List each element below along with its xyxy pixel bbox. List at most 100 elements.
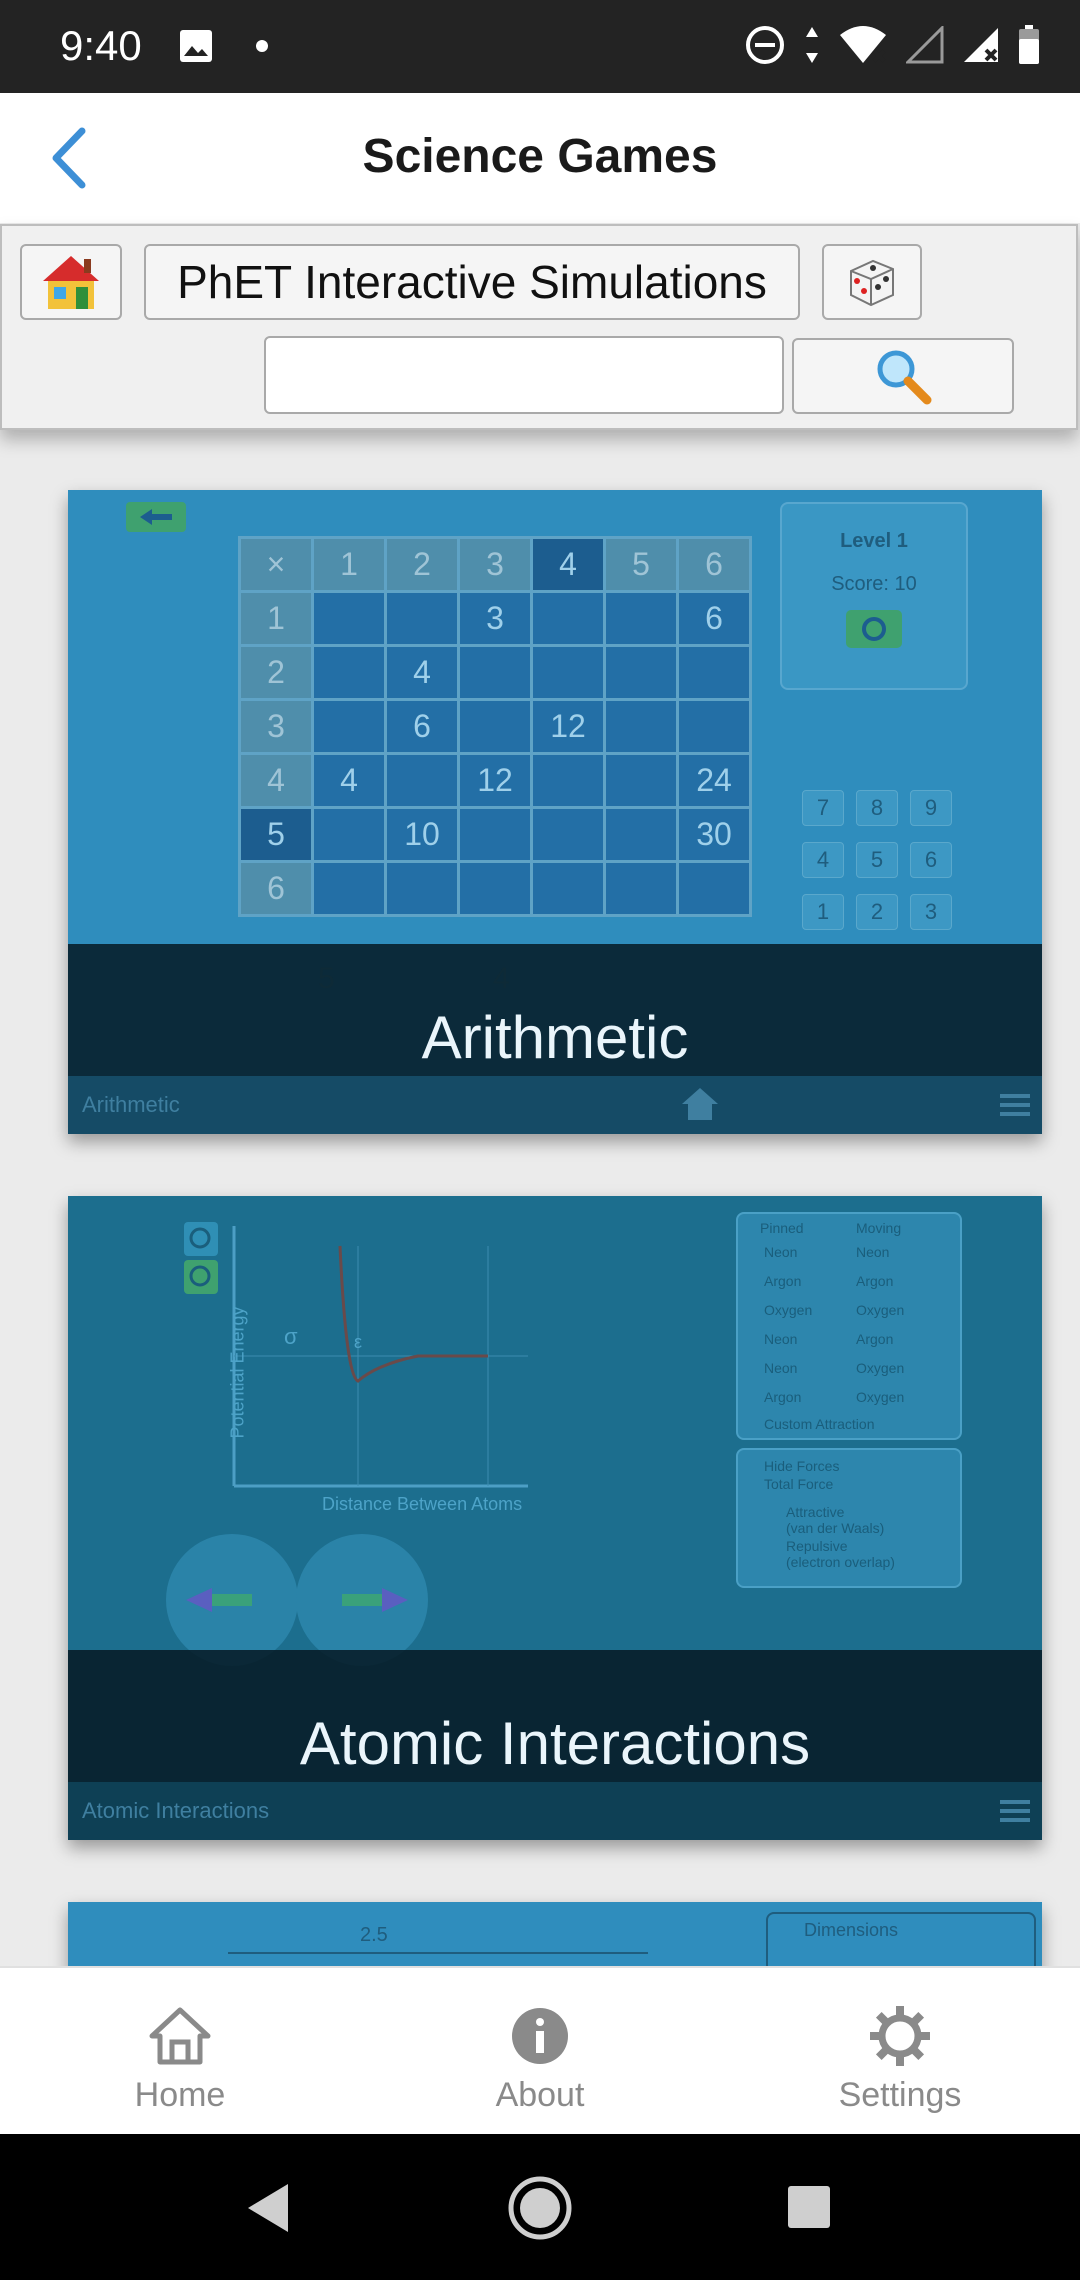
force-option: Attractive	[786, 1504, 845, 1520]
key: 6	[910, 842, 952, 878]
nav-about[interactable]: About	[420, 1968, 660, 2136]
zoom-out-icon	[184, 1260, 218, 1294]
grid-cell	[457, 698, 533, 755]
grid-cell	[676, 644, 752, 701]
pair-pinned: Neon	[764, 1244, 798, 1260]
grid-cell	[457, 644, 533, 701]
grid-cell: 6	[676, 590, 752, 647]
grid-cell	[603, 752, 679, 809]
grid-cell: 24	[676, 752, 752, 809]
epsilon-label: ε	[354, 1332, 363, 1352]
grid-row-header: 6	[238, 860, 314, 917]
status-icons	[744, 24, 1040, 66]
search-button[interactable]	[792, 338, 1014, 414]
equation-right: 4	[493, 962, 510, 995]
grid-cell	[457, 860, 533, 917]
data-arrows-icon	[806, 27, 818, 63]
pair-pinned: Oxygen	[764, 1302, 813, 1318]
page-title: Science Games	[362, 130, 718, 183]
sigma-label: σ	[284, 1324, 298, 1349]
home-outline-icon	[149, 2007, 211, 2065]
house-icon	[43, 256, 99, 309]
magnifier-icon	[877, 350, 932, 405]
dot-icon	[256, 40, 268, 52]
grid-cell	[311, 644, 387, 701]
grid-cell: 3	[457, 590, 533, 647]
grid-header-cell: 6	[676, 536, 752, 593]
pair-moving: Argon	[856, 1273, 894, 1289]
key: 7	[802, 790, 844, 826]
level-panel: Level 1 Score: 10	[780, 502, 968, 690]
key: 2	[856, 894, 898, 930]
nav-home[interactable]: Home	[60, 1968, 300, 2136]
forces-panel: Hide Forces Total Force Attractive (van …	[736, 1448, 962, 1588]
nav-home-label: Home	[134, 2076, 226, 2114]
game-card-atomic-interactions[interactable]: σ ε Potential Energy Distance Between At…	[68, 1196, 1042, 1840]
grid-cell: 30	[676, 806, 752, 863]
pairs-header-moving: Moving	[856, 1220, 902, 1236]
custom-attraction: Custom Attraction	[764, 1416, 875, 1432]
force-option: (electron overlap)	[786, 1554, 895, 1570]
recents-square-icon[interactable]	[786, 2184, 832, 2230]
grid-cell	[530, 644, 606, 701]
grid-cell	[384, 752, 460, 809]
score-text: Score: 10	[831, 573, 917, 595]
nav-settings[interactable]: Settings	[780, 1968, 1020, 2136]
grid-cell	[530, 752, 606, 809]
battery-icon	[1019, 25, 1039, 64]
x-axis-label: Distance Between Atoms	[322, 1494, 523, 1514]
search-input[interactable]	[264, 336, 784, 414]
key: 5	[856, 842, 898, 878]
sim-home-icon	[682, 1088, 718, 1120]
grid-cell	[603, 698, 679, 755]
dice-icon	[850, 259, 894, 307]
potential-energy-plot	[232, 1226, 528, 1488]
grid-cell: 6	[384, 698, 460, 755]
pair-pinned: Neon	[764, 1331, 798, 1347]
grid-cell	[384, 590, 460, 647]
game-card-arithmetic[interactable]: × 1 2 3 4 5 6 1 3 6 2 4 3 6 12 4 4 12 24…	[68, 490, 1042, 1134]
refresh-icon	[846, 610, 902, 648]
grid-cell	[530, 590, 606, 647]
key: 8	[856, 790, 898, 826]
key: 3	[910, 894, 952, 930]
pairs-header-pinned: Pinned	[760, 1220, 804, 1236]
nav-about-label: About	[495, 2076, 585, 2114]
dimensions-panel: Dimensions	[766, 1912, 1036, 1966]
back-triangle-icon[interactable]	[244, 2180, 294, 2236]
pair-pinned: Neon	[764, 1360, 798, 1376]
gear-icon	[870, 2006, 930, 2066]
pair-moving: Oxygen	[856, 1302, 905, 1318]
sim-footer: Atomic Interactions	[68, 1782, 1042, 1840]
grid-header-cell: 2	[384, 536, 460, 593]
grid-cell	[603, 590, 679, 647]
grid-row-header: 5	[238, 806, 314, 863]
source-button[interactable]: PhET Interactive Simulations	[144, 244, 800, 320]
menu-icon	[1000, 1094, 1030, 1116]
sim-footer-text: Atomic Interactions	[82, 1798, 270, 1823]
wifi-icon	[840, 26, 886, 63]
grid-cell	[676, 698, 752, 755]
grid-cell	[530, 860, 606, 917]
pair-pinned: Argon	[764, 1273, 802, 1289]
grid-cell	[676, 860, 752, 917]
pair-moving: Argon	[856, 1331, 894, 1347]
pair-moving: Oxygen	[856, 1389, 905, 1405]
grid-cell	[603, 806, 679, 863]
equation-left: 5	[318, 962, 335, 995]
home-circle-icon[interactable]	[506, 2174, 574, 2242]
nav-settings-label: Settings	[838, 2076, 962, 2114]
games-list[interactable]: × 1 2 3 4 5 6 1 3 6 2 4 3 6 12 4 4 12 24…	[0, 430, 1080, 1966]
home-button[interactable]	[20, 244, 122, 320]
back-arrow-icon	[126, 502, 186, 532]
grid-row-header: 1	[238, 590, 314, 647]
image-icon	[180, 30, 212, 62]
ruler-value: 2.5	[360, 1924, 388, 1946]
signal-x-icon	[964, 28, 998, 62]
force-option: Total Force	[764, 1476, 834, 1492]
pair-pinned: Argon	[764, 1389, 802, 1405]
game-card-partial[interactable]: 2.5 Dimensions	[68, 1902, 1042, 1966]
random-button[interactable]	[822, 244, 922, 320]
grid-cell: 12	[530, 698, 606, 755]
force-option: (van der Waals)	[786, 1520, 885, 1536]
